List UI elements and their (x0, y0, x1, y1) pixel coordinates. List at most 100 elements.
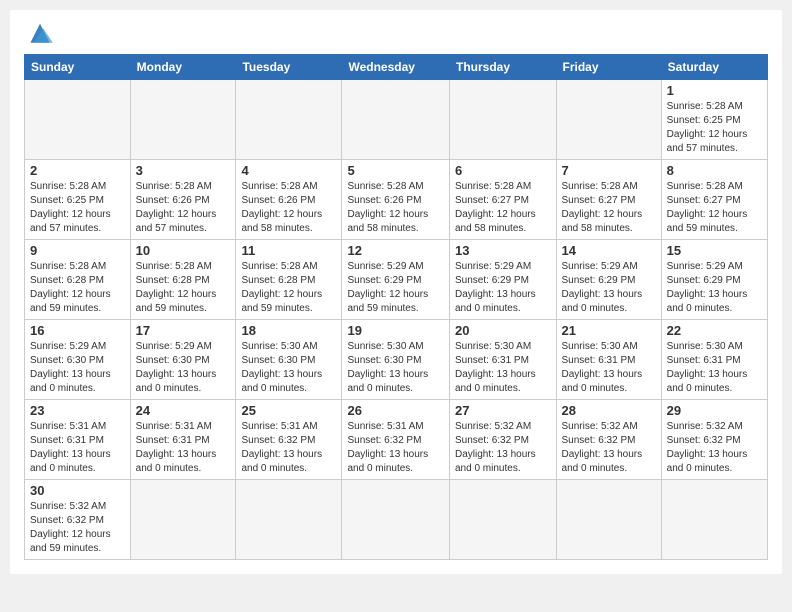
day-info: Sunrise: 5:28 AM Sunset: 6:25 PM Dayligh… (30, 180, 125, 236)
logo-icon (24, 20, 56, 48)
calendar-cell: 10 Sunrise: 5:28 AM Sunset: 6:28 PM Dayli… (130, 240, 236, 320)
day-number: 30 (30, 483, 125, 498)
day-info: Sunrise: 5:28 AM Sunset: 6:27 PM Dayligh… (455, 180, 551, 236)
calendar-cell (342, 480, 450, 560)
day-number: 28 (562, 403, 656, 418)
day-number: 18 (241, 323, 336, 338)
day-number: 9 (30, 243, 125, 258)
calendar-cell: 22Sunrise: 5:30 AM Sunset: 6:31 PM Dayli… (661, 320, 767, 400)
weekday-header-thursday: Thursday (450, 55, 557, 80)
day-info: Sunrise: 5:28 AM Sunset: 6:26 PM Dayligh… (136, 180, 231, 236)
calendar-cell: 5Sunrise: 5:28 AM Sunset: 6:26 PM Daylig… (342, 160, 450, 240)
calendar-cell (236, 480, 342, 560)
weekday-header-monday: Monday (130, 55, 236, 80)
day-number: 2 (30, 163, 125, 178)
calendar-page: SundayMondayTuesdayWednesdayThursdayFrid… (10, 10, 782, 574)
day-number: 13 (455, 243, 551, 258)
day-number: 26 (347, 403, 444, 418)
calendar-cell: 20 Sunrise: 5:30 AM Sunset: 6:31 PM Dayli… (450, 320, 557, 400)
day-number: 15 (667, 243, 762, 258)
day-info: Sunrise: 5:32 AM Sunset: 6:32 PM Dayligh… (30, 500, 125, 556)
day-number: 12 (347, 243, 444, 258)
calendar-cell: 4 Sunrise: 5:28 AM Sunset: 6:26 PM Daylig… (236, 160, 342, 240)
day-info: Sunrise: 5:28 AM Sunset: 6:26 PM Dayligh… (241, 180, 336, 236)
calendar-cell: 28 Sunrise: 5:32 AM Sunset: 6:32 PM Dayli… (556, 400, 661, 480)
calendar-cell (450, 480, 557, 560)
day-number: 24 (136, 403, 231, 418)
calendar-cell (342, 80, 450, 160)
day-info: Sunrise: 5:32 AM Sunset: 6:32 PM Dayligh… (562, 420, 656, 476)
weekday-header-tuesday: Tuesday (236, 55, 342, 80)
calendar-cell: 30 Sunrise: 5:32 AM Sunset: 6:32 PM Dayli… (25, 480, 131, 560)
calendar-cell (236, 80, 342, 160)
calendar-cell: 19Sunrise: 5:30 AM Sunset: 6:30 PM Dayli… (342, 320, 450, 400)
day-number: 8 (667, 163, 762, 178)
day-info: Sunrise: 5:28 AM Sunset: 6:27 PM Dayligh… (562, 180, 656, 236)
calendar-cell: 18 Sunrise: 5:30 AM Sunset: 6:30 PM Dayli… (236, 320, 342, 400)
day-number: 17 (136, 323, 231, 338)
day-number: 7 (562, 163, 656, 178)
day-info: Sunrise: 5:31 AM Sunset: 6:32 PM Dayligh… (241, 420, 336, 476)
calendar-cell (661, 480, 767, 560)
day-number: 10 (136, 243, 231, 258)
calendar-cell (25, 80, 131, 160)
day-info: Sunrise: 5:30 AM Sunset: 6:31 PM Dayligh… (455, 340, 551, 396)
week-row-2: 2 Sunrise: 5:28 AM Sunset: 6:25 PM Daylig… (25, 160, 768, 240)
day-number: 20 (455, 323, 551, 338)
day-info: Sunrise: 5:29 AM Sunset: 6:29 PM Dayligh… (455, 260, 551, 316)
day-info: Sunrise: 5:30 AM Sunset: 6:30 PM Dayligh… (241, 340, 336, 396)
calendar-cell (556, 480, 661, 560)
weekday-header-wednesday: Wednesday (342, 55, 450, 80)
day-info: Sunrise: 5:31 AM Sunset: 6:31 PM Dayligh… (136, 420, 231, 476)
calendar-table: SundayMondayTuesdayWednesdayThursdayFrid… (24, 54, 768, 560)
day-number: 23 (30, 403, 125, 418)
calendar-cell: 12Sunrise: 5:29 AM Sunset: 6:29 PM Dayli… (342, 240, 450, 320)
day-info: Sunrise: 5:30 AM Sunset: 6:31 PM Dayligh… (562, 340, 656, 396)
day-info: Sunrise: 5:28 AM Sunset: 6:25 PM Dayligh… (667, 100, 762, 156)
week-row-3: 9 Sunrise: 5:28 AM Sunset: 6:28 PM Daylig… (25, 240, 768, 320)
calendar-cell: 9 Sunrise: 5:28 AM Sunset: 6:28 PM Daylig… (25, 240, 131, 320)
day-info: Sunrise: 5:28 AM Sunset: 6:28 PM Dayligh… (136, 260, 231, 316)
weekday-header-friday: Friday (556, 55, 661, 80)
calendar-cell: 25 Sunrise: 5:31 AM Sunset: 6:32 PM Dayli… (236, 400, 342, 480)
calendar-cell: 8 Sunrise: 5:28 AM Sunset: 6:27 PM Daylig… (661, 160, 767, 240)
calendar-cell: 15Sunrise: 5:29 AM Sunset: 6:29 PM Dayli… (661, 240, 767, 320)
calendar-cell: 21 Sunrise: 5:30 AM Sunset: 6:31 PM Dayli… (556, 320, 661, 400)
day-info: Sunrise: 5:29 AM Sunset: 6:29 PM Dayligh… (562, 260, 656, 316)
calendar-cell: 11 Sunrise: 5:28 AM Sunset: 6:28 PM Dayli… (236, 240, 342, 320)
day-info: Sunrise: 5:28 AM Sunset: 6:28 PM Dayligh… (241, 260, 336, 316)
day-number: 27 (455, 403, 551, 418)
day-number: 25 (241, 403, 336, 418)
header (24, 20, 768, 48)
day-info: Sunrise: 5:32 AM Sunset: 6:32 PM Dayligh… (667, 420, 762, 476)
calendar-cell (130, 80, 236, 160)
week-row-4: 16Sunrise: 5:29 AM Sunset: 6:30 PM Dayli… (25, 320, 768, 400)
calendar-cell: 14Sunrise: 5:29 AM Sunset: 6:29 PM Dayli… (556, 240, 661, 320)
day-number: 1 (667, 83, 762, 98)
day-info: Sunrise: 5:29 AM Sunset: 6:30 PM Dayligh… (30, 340, 125, 396)
day-number: 5 (347, 163, 444, 178)
day-info: Sunrise: 5:32 AM Sunset: 6:32 PM Dayligh… (455, 420, 551, 476)
calendar-cell (556, 80, 661, 160)
week-row-6: 30 Sunrise: 5:32 AM Sunset: 6:32 PM Dayli… (25, 480, 768, 560)
week-row-1: 1 Sunrise: 5:28 AM Sunset: 6:25 PM Daylig… (25, 80, 768, 160)
day-number: 3 (136, 163, 231, 178)
day-info: Sunrise: 5:28 AM Sunset: 6:28 PM Dayligh… (30, 260, 125, 316)
logo (24, 20, 60, 48)
day-info: Sunrise: 5:31 AM Sunset: 6:32 PM Dayligh… (347, 420, 444, 476)
calendar-cell: 27 Sunrise: 5:32 AM Sunset: 6:32 PM Dayli… (450, 400, 557, 480)
calendar-cell: 17Sunrise: 5:29 AM Sunset: 6:30 PM Dayli… (130, 320, 236, 400)
calendar-cell: 2 Sunrise: 5:28 AM Sunset: 6:25 PM Daylig… (25, 160, 131, 240)
day-number: 19 (347, 323, 444, 338)
calendar-cell: 23 Sunrise: 5:31 AM Sunset: 6:31 PM Dayli… (25, 400, 131, 480)
day-number: 11 (241, 243, 336, 258)
day-number: 6 (455, 163, 551, 178)
week-row-5: 23 Sunrise: 5:31 AM Sunset: 6:31 PM Dayli… (25, 400, 768, 480)
day-info: Sunrise: 5:28 AM Sunset: 6:27 PM Dayligh… (667, 180, 762, 236)
day-number: 21 (562, 323, 656, 338)
day-number: 4 (241, 163, 336, 178)
calendar-cell: 16Sunrise: 5:29 AM Sunset: 6:30 PM Dayli… (25, 320, 131, 400)
calendar-cell: 26 Sunrise: 5:31 AM Sunset: 6:32 PM Dayli… (342, 400, 450, 480)
weekday-header-row: SundayMondayTuesdayWednesdayThursdayFrid… (25, 55, 768, 80)
day-info: Sunrise: 5:31 AM Sunset: 6:31 PM Dayligh… (30, 420, 125, 476)
